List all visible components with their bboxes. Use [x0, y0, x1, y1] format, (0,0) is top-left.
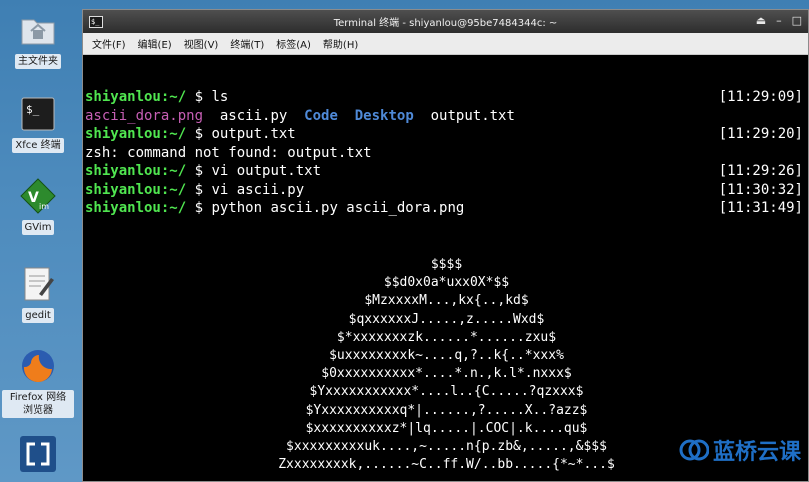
window-controls: ⏏ – □ — [756, 14, 802, 27]
ls-entry: output.txt — [430, 107, 515, 124]
desktop-icon-label: GVim — [21, 220, 55, 235]
svg-text:$_: $_ — [26, 103, 40, 116]
timestamp: [11:29:09] — [718, 89, 803, 105]
desktop-icon-label: Xfce 终端 — [12, 138, 64, 153]
terminal-line: shiyanlou:~/ $ ls [11:29:09] — [85, 88, 808, 107]
prompt-user: shiyanlou — [85, 126, 161, 142]
desktop-icon-label: 主文件夹 — [15, 54, 61, 69]
desktop-icon-home[interactable]: 主文件夹 — [0, 10, 76, 69]
ascii-art-row: $uxxxxxxxxk~....q,?..k{..*xxx% — [329, 348, 564, 364]
ls-entry: ascii_dora.png — [85, 107, 204, 124]
prompt-path: :~/ — [160, 200, 187, 216]
watermark-text: 蓝桥云课 — [712, 440, 801, 465]
timestamp: [11:29:26] — [718, 163, 803, 179]
firefox-icon — [18, 346, 58, 386]
svg-text:im: im — [39, 202, 49, 211]
minimize-icon[interactable]: – — [776, 14, 782, 27]
prompt-user: shiyanlou — [85, 181, 161, 198]
prompt-path: :~/ — [160, 89, 187, 105]
app-icon — [18, 434, 58, 474]
command-text: $ python ascii.py ascii_dora.png — [186, 200, 465, 216]
ascii-art-row: $$d0x0a*uxx0X*$$ — [383, 275, 510, 291]
desktop-icon-gedit[interactable]: gedit — [0, 264, 76, 323]
ascii-art-row: $Yxxxxxxxxxxq*|......,?.....X..?azz$ — [305, 402, 588, 418]
desktop-icon-label: gedit — [22, 308, 54, 323]
menu-help[interactable]: 帮助(H) — [322, 34, 359, 53]
menu-edit[interactable]: 编辑(E) — [137, 34, 173, 53]
menu-terminal[interactable]: 终端(T) — [229, 34, 265, 53]
terminal-icon: $_ — [18, 94, 58, 134]
watermark-logo-icon — [679, 439, 709, 461]
output-text: zsh: command not found: output.txt — [85, 144, 372, 161]
terminal-line: zsh: command not found: output.txt — [85, 144, 808, 163]
menu-tabs[interactable]: 标签(A) — [275, 34, 312, 53]
prompt-user: shiyanlou — [85, 200, 161, 216]
terminal-line: shiyanlou:~/ $ python ascii.py ascii_dor… — [85, 199, 808, 218]
prompt-user: shiyanlou — [85, 89, 161, 105]
watermark: 蓝桥云课 — [679, 434, 801, 466]
ascii-art-row: $$$$ — [430, 257, 463, 272]
prompt-path: :~/ — [160, 126, 187, 142]
terminal-line: shiyanlou:~/ $ vi output.txt [11:29:26] — [85, 162, 808, 181]
command-text: $ vi output.txt — [186, 163, 322, 179]
terminal-line: ascii_dora.png ascii.py Code Desktop out… — [85, 107, 808, 126]
vim-icon: V im — [18, 176, 58, 216]
desktop-icon-gvim[interactable]: V im GVim — [0, 176, 76, 235]
folder-icon — [18, 10, 58, 50]
desktop-icon-terminal[interactable]: $_ Xfce 终端 — [0, 94, 76, 153]
window-titlebar[interactable]: $_ Terminal 终端 - shiyanlou@95be7484344c:… — [83, 10, 808, 33]
ascii-art-row: $qxxxxxxJ.....,z.....Wxd$ — [348, 311, 545, 327]
timestamp: [11:29:20] — [718, 126, 803, 142]
ascii-art-row: $MzxxxxM...,kx{..,kd$ — [364, 293, 529, 309]
ls-entry: Code — [304, 107, 338, 124]
terminal-line: shiyanlou:~/ $ vi ascii.py [11:30:32] — [85, 181, 808, 200]
terminal-line: shiyanlou:~/ $ output.txt [11:29:20] — [85, 125, 808, 144]
timestamp: [11:31:49] — [718, 200, 803, 216]
ls-entry: ascii.py — [219, 107, 288, 124]
command-text: $ output.txt — [186, 126, 296, 142]
menu-file[interactable]: 文件(F) — [91, 34, 127, 53]
menu-view[interactable]: 视图(V) — [183, 34, 220, 53]
window-title: Terminal 终端 - shiyanlou@95be7484344c: ~ — [333, 18, 558, 29]
svg-text:V: V — [28, 190, 39, 206]
ascii-art-row: $Yxxxxxxxxxxx*....l..{C.....?qzxxx$ — [309, 384, 584, 400]
desktop-icon-app[interactable] — [0, 434, 76, 474]
command-text: $ ls — [186, 89, 229, 105]
text-editor-icon — [18, 264, 58, 304]
desktop-icon-label: Firefox 网络浏览器 — [2, 390, 74, 418]
maximize-icon[interactable]: □ — [792, 14, 802, 27]
terminal-output[interactable]: shiyanlou:~/ $ ls [11:29:09] ascii_dora.pn… — [85, 88, 808, 218]
prompt-user: shiyanlou — [85, 163, 161, 179]
shade-icon[interactable]: ⏏ — [756, 14, 766, 27]
menu-bar: 文件(F) 编辑(E) 视图(V) 终端(T) 标签(A) 帮助(H) — [83, 33, 808, 55]
timestamp: [11:30:32] — [718, 181, 803, 198]
ascii-art-row: $0xxxxxxxxxx*....*.n.,k.l*.nxxx$ — [321, 366, 572, 382]
ls-entry: Desktop — [354, 107, 414, 124]
desktop-icon-firefox[interactable]: Firefox 网络浏览器 — [0, 346, 76, 418]
terminal-window: $_ Terminal 终端 - shiyanlou@95be7484344c:… — [82, 9, 809, 482]
ascii-art-row: $*xxxxxxxzk......*......zxu$ — [336, 329, 557, 345]
command-text: $ vi ascii.py — [186, 181, 305, 198]
prompt-path: :~/ — [160, 181, 187, 198]
prompt-path: :~/ — [160, 163, 187, 179]
